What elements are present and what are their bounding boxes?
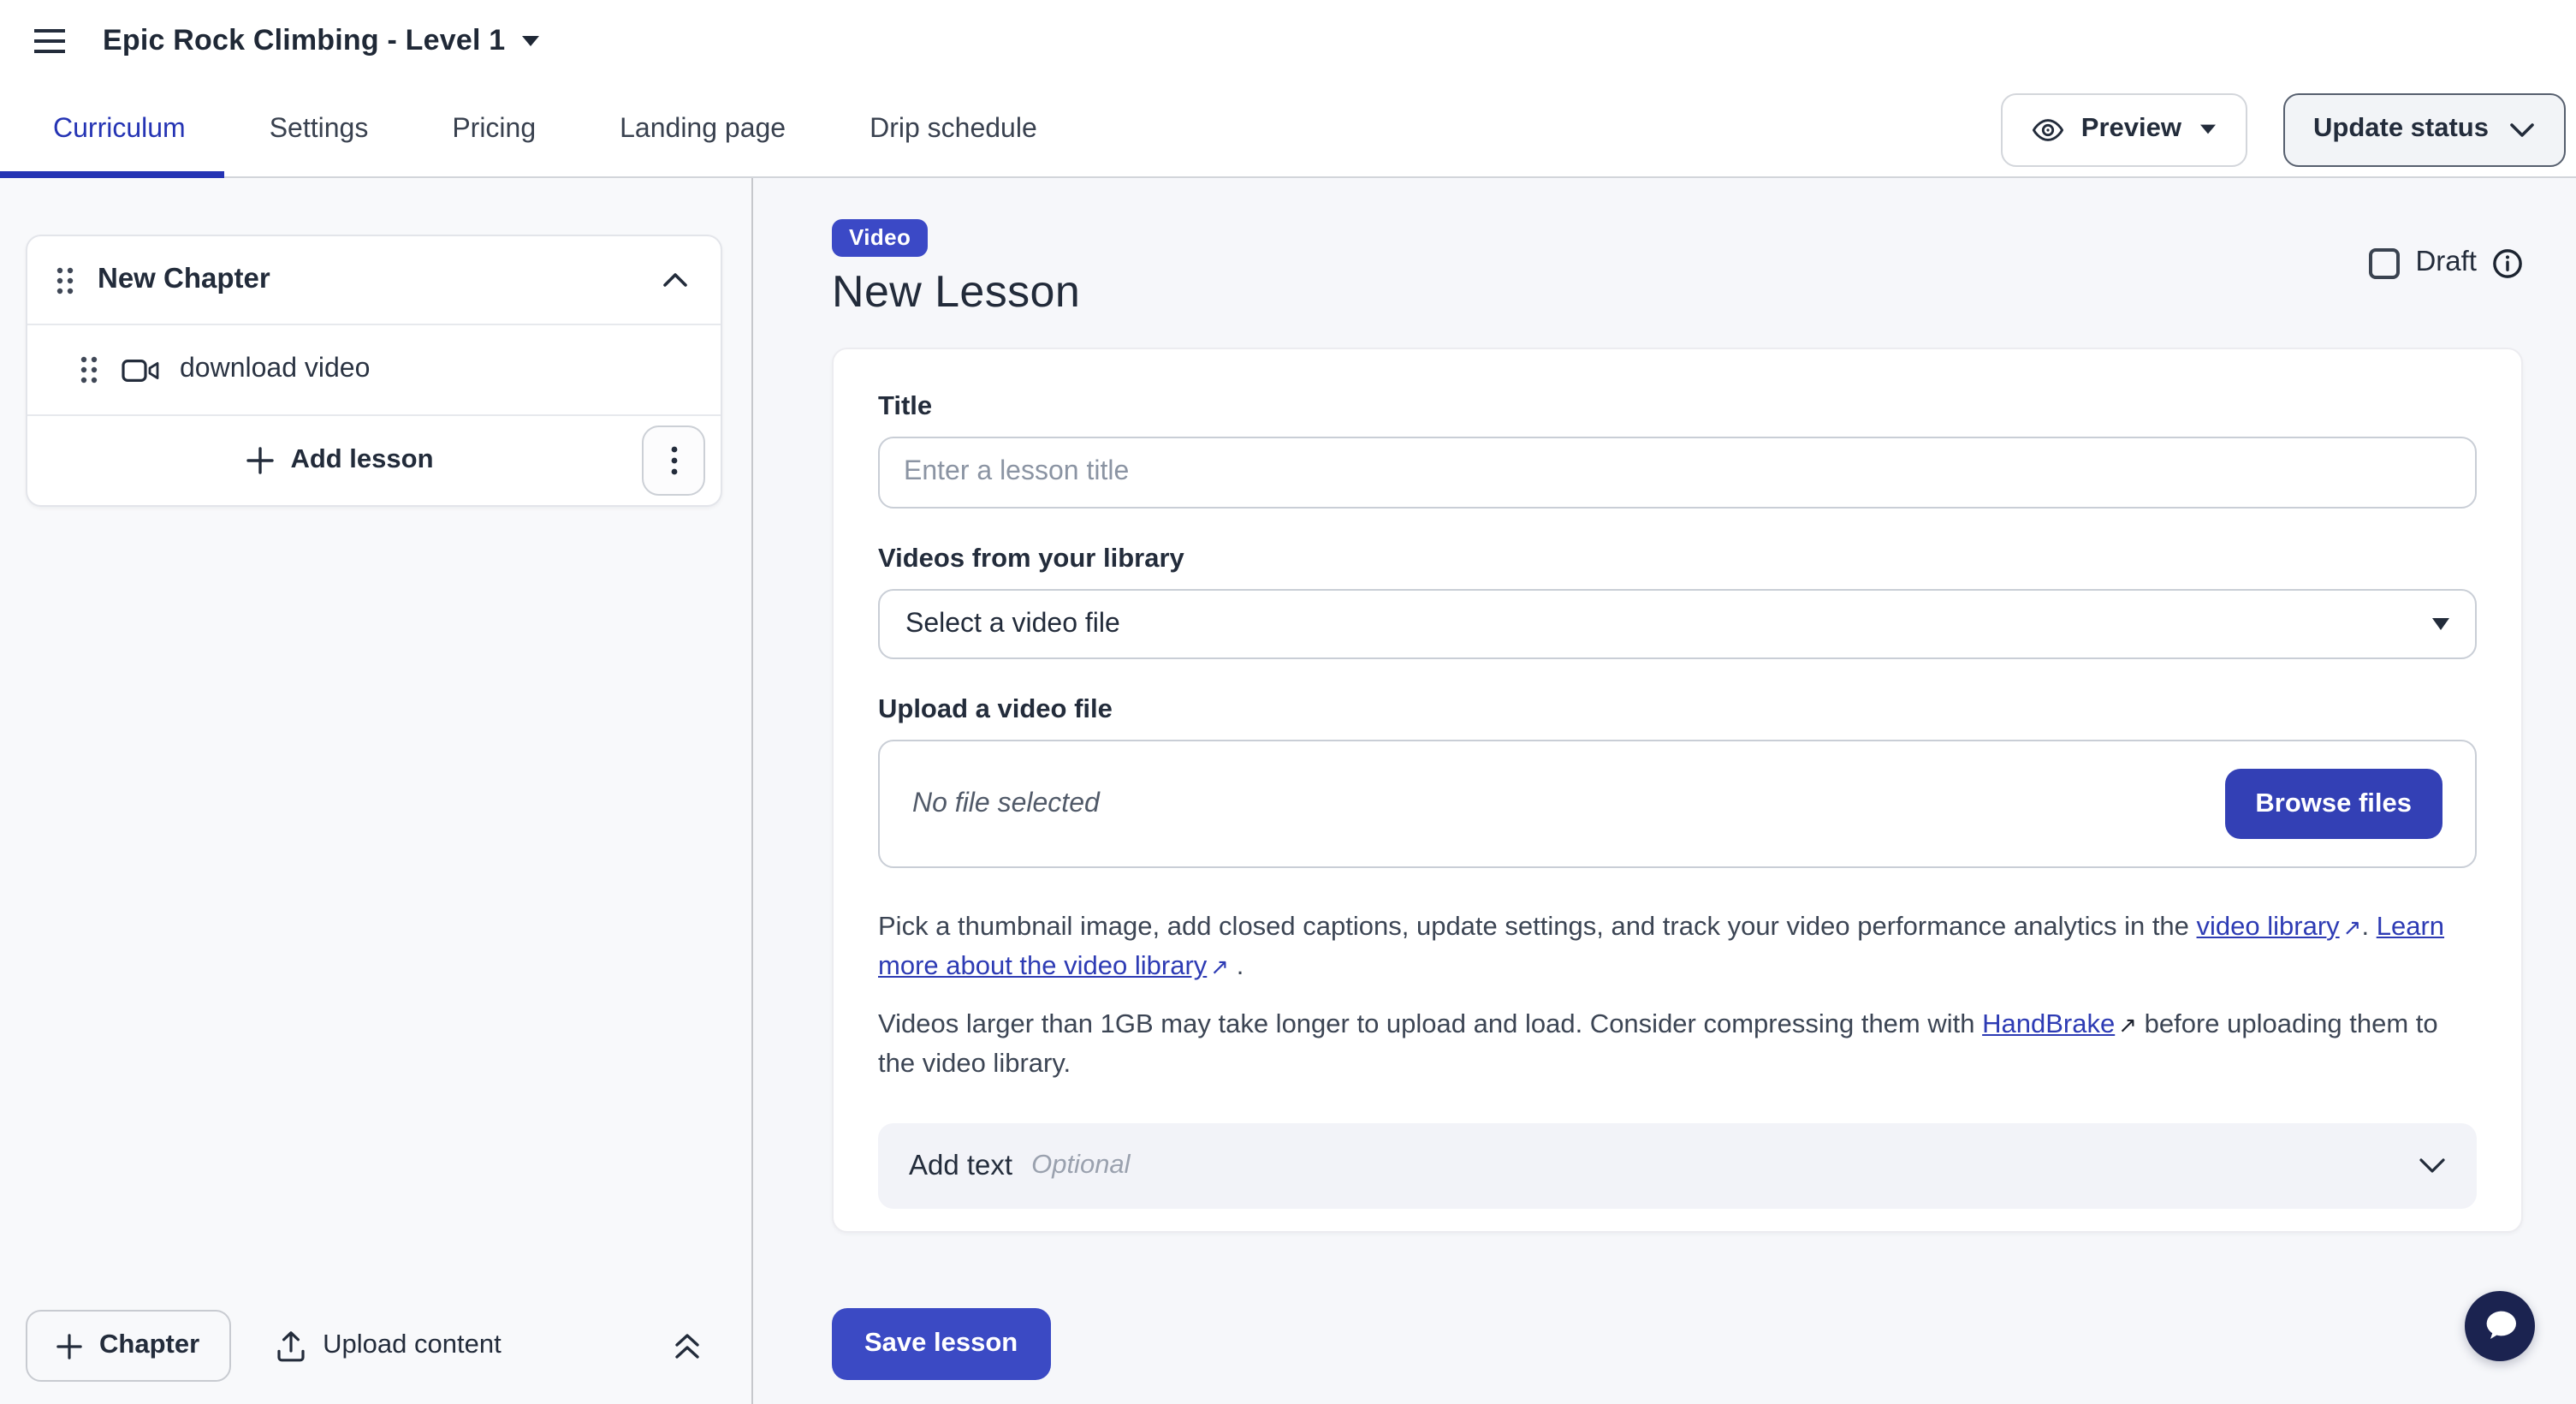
update-status-button[interactable]: Update status — [2282, 92, 2566, 166]
add-text-label: Add text — [909, 1150, 1012, 1182]
optional-label: Optional — [1031, 1151, 1130, 1181]
hamburger-glyph — [34, 29, 65, 53]
select-caret-icon — [2432, 618, 2449, 630]
collapse-all-button[interactable] — [673, 1332, 702, 1359]
chapter-card: New Chapter download video — [26, 235, 722, 507]
tab-bar: Curriculum Settings Pricing Landing page… — [0, 82, 2576, 178]
lesson-row[interactable]: download video — [27, 324, 721, 414]
add-chapter-label: Chapter — [99, 1330, 199, 1361]
link-text: HandBrake — [1982, 1009, 2115, 1038]
lesson-type-badge: Video — [832, 219, 928, 257]
update-status-label: Update status — [2313, 114, 2489, 145]
chapter-title: New Chapter — [98, 264, 662, 296]
info-icon[interactable] — [2492, 247, 2523, 278]
lesson-header: Video New Lesson Draft — [832, 219, 2523, 318]
course-switcher[interactable]: Epic Rock Climbing - Level 1 — [103, 24, 539, 58]
course-title: Epic Rock Climbing - Level 1 — [103, 24, 505, 58]
add-lesson-button[interactable]: Add lesson — [246, 445, 433, 476]
draft-label: Draft — [2415, 247, 2477, 279]
external-link-icon: ↗ — [2343, 911, 2362, 944]
file-dropzone[interactable]: No file selected Browse files — [878, 740, 2477, 868]
tab-settings[interactable]: Settings — [270, 114, 369, 145]
upload-icon — [275, 1330, 306, 1362]
app-root: Epic Rock Climbing - Level 1 Curriculum … — [0, 0, 2576, 1404]
tab-pricing[interactable]: Pricing — [452, 114, 536, 145]
hamburger-menu-icon[interactable] — [27, 19, 72, 63]
external-link-icon: ↗ — [1210, 951, 1229, 985]
lesson-editor-main: Video New Lesson Draft Tit — [753, 178, 2576, 1404]
top-bar: Epic Rock Climbing - Level 1 — [0, 0, 2576, 82]
no-file-text: No file selected — [912, 788, 1100, 819]
lesson-heading-block: Video New Lesson — [832, 219, 1080, 318]
video-library-link[interactable]: video library↗ — [2197, 913, 2362, 942]
draft-checkbox[interactable] — [2369, 247, 2400, 278]
preview-label: Preview — [2081, 114, 2181, 145]
header-actions: Preview Update status — [2001, 92, 2566, 166]
plus-icon — [246, 447, 273, 474]
chat-widget-button[interactable] — [2465, 1291, 2535, 1361]
drag-handle-icon[interactable] — [80, 356, 98, 384]
chevron-up-icon[interactable] — [662, 272, 688, 288]
double-chevron-up-icon — [673, 1332, 702, 1359]
video-camera-icon — [122, 357, 159, 383]
handbrake-link[interactable]: HandBrake — [1982, 1009, 2115, 1038]
page-title: New Lesson — [832, 265, 1080, 318]
upload-field-label: Upload a video file — [878, 695, 2477, 726]
curriculum-sidebar: New Chapter download video — [0, 178, 753, 1404]
caret-down-icon — [2199, 125, 2215, 134]
library-field-label: Videos from your library — [878, 544, 2477, 575]
upload-content-button[interactable]: Upload content — [275, 1330, 502, 1362]
help-text: Videos larger than 1GB may take longer t… — [878, 1009, 1982, 1038]
lesson-form-card: Title Videos from your library Select a … — [832, 348, 2523, 1233]
add-lesson-label: Add lesson — [290, 445, 433, 476]
lesson-title: download video — [180, 354, 370, 385]
active-tab-underline — [0, 171, 224, 178]
tabs: Curriculum Settings Pricing Landing page… — [0, 82, 1037, 176]
add-chapter-button[interactable]: Chapter — [26, 1310, 230, 1382]
chat-bubble-icon — [2481, 1308, 2519, 1344]
page-body: New Chapter download video — [0, 178, 2576, 1404]
video-library-help-text: Pick a thumbnail image, add closed capti… — [878, 907, 2477, 987]
draft-toggle-group: Draft — [2369, 247, 2523, 279]
external-link-icon: ↗ — [2118, 1008, 2137, 1041]
upload-content-label: Upload content — [323, 1330, 502, 1361]
tab-curriculum[interactable]: Curriculum — [53, 114, 186, 145]
help-text: . — [1229, 953, 1243, 982]
tab-landing-page[interactable]: Landing page — [620, 114, 786, 145]
caret-down-icon — [522, 36, 539, 46]
video-library-selected-value: Select a video file — [905, 609, 1120, 640]
plus-icon — [56, 1333, 82, 1359]
lesson-title-input[interactable] — [878, 437, 2477, 509]
preview-button[interactable]: Preview — [2001, 92, 2247, 166]
browse-files-button[interactable]: Browse files — [2224, 769, 2442, 839]
video-library-select[interactable]: Select a video file — [878, 589, 2477, 659]
chapter-header-row[interactable]: New Chapter — [27, 236, 721, 324]
save-lesson-button[interactable]: Save lesson — [832, 1308, 1050, 1380]
add-text-section[interactable]: Add text Optional — [878, 1123, 2477, 1209]
compression-help-text: Videos larger than 1GB may take longer t… — [878, 1004, 2477, 1084]
chapter-menu-button[interactable] — [642, 425, 705, 496]
drag-handle-icon[interactable] — [56, 266, 74, 294]
title-field-label: Title — [878, 392, 2477, 423]
tab-drip-schedule[interactable]: Drip schedule — [870, 114, 1037, 145]
chapter-footer-row: Add lesson — [27, 414, 721, 505]
help-text: . — [2361, 913, 2376, 942]
help-text: Pick a thumbnail image, add closed capti… — [878, 913, 2197, 942]
sidebar-footer: Chapter Upload content — [0, 1310, 751, 1382]
link-text: video library — [2197, 913, 2340, 942]
chevron-down-icon — [2419, 1157, 2446, 1175]
chevron-down-icon — [2509, 122, 2535, 137]
add-downloads-section[interactable]: Add downloads Optional — [878, 1231, 2477, 1233]
eye-icon — [2032, 113, 2064, 146]
kebab-icon — [670, 446, 677, 475]
